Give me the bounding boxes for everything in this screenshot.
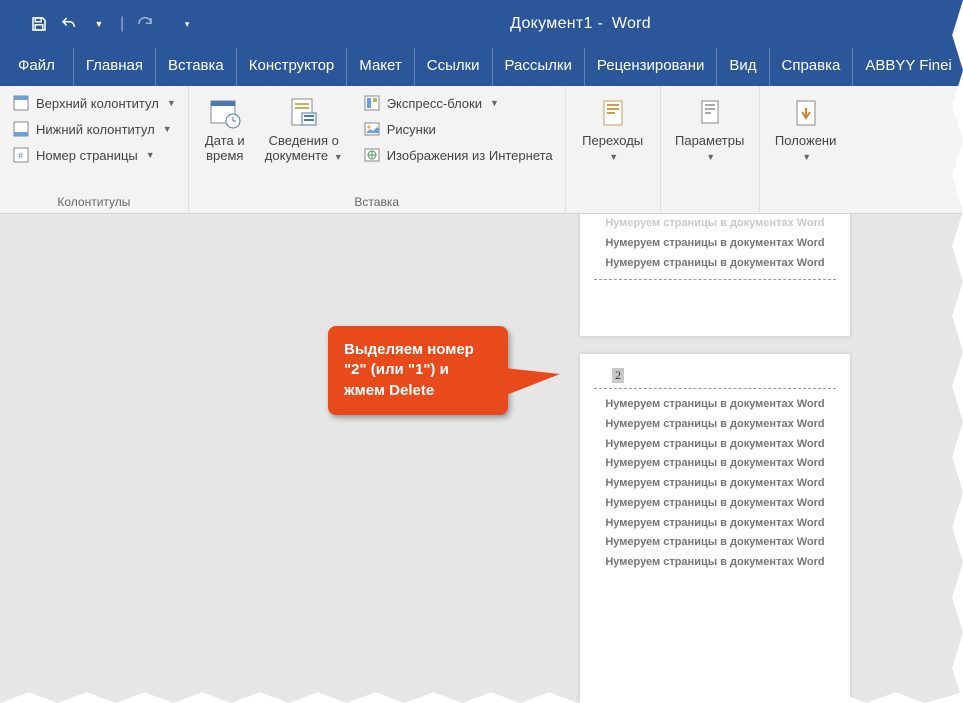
body-text: Нумеруем страницы в документах Word — [580, 494, 850, 514]
group-label: Вставка — [197, 192, 557, 211]
body-text: Нумеруем страницы в документах Word — [580, 454, 850, 474]
body-text: Нумеруем страницы в документах Word — [580, 395, 850, 415]
svg-text:#: # — [18, 151, 23, 161]
body-text: Нумеруем страницы в документах Word — [580, 254, 850, 274]
body-text: Нумеруем страницы в документах Word — [580, 474, 850, 494]
document-info-icon — [287, 96, 321, 130]
quick-parts-button[interactable]: Экспресс-блоки▼ — [359, 92, 557, 114]
date-time-button[interactable]: Дата ивремя — [197, 92, 253, 168]
position-button[interactable]: Положени▼ — [768, 92, 844, 168]
page-number-button[interactable]: # Номер страницы▼ — [8, 144, 180, 166]
chevron-down-icon: ▼ — [144, 150, 155, 160]
word-window: ▼ | ▾ Документ1 - Word Файл Главная Вста… — [0, 0, 963, 703]
page-number-field[interactable]: 2 — [580, 364, 850, 388]
tab-abbyy[interactable]: ABBYY Finei — [853, 48, 963, 86]
tab-file[interactable]: Файл — [0, 48, 74, 86]
quick-access-toolbar: ▼ | ▾ — [0, 13, 198, 35]
document-area[interactable]: Нумеруем страницы в документах Word Нуме… — [0, 214, 963, 703]
save-icon[interactable] — [28, 13, 50, 35]
ribbon-tabs: Файл Главная Вставка Конструктор Макет С… — [0, 48, 963, 86]
header-separator — [594, 388, 836, 389]
header-button[interactable]: Верхний колонтитул▼ — [8, 92, 180, 114]
header-icon — [12, 94, 30, 112]
footer-button[interactable]: Нижний колонтитул▼ — [8, 118, 180, 140]
chevron-down-icon: ▼ — [161, 124, 172, 134]
body-text: Нумеруем страницы в документах Word — [580, 553, 850, 573]
group-navigation: Переходы▼ — [566, 86, 661, 213]
group-label: Колонтитулы — [8, 192, 180, 211]
body-text: Нумеруем страницы в документах Word — [580, 533, 850, 553]
window-title: Документ1 - Word — [198, 15, 963, 33]
tab-home[interactable]: Главная — [74, 48, 156, 86]
position-icon — [789, 96, 823, 130]
group-header-footer: Верхний колонтитул▼ Нижний колонтитул▼ #… — [0, 86, 189, 213]
tab-help[interactable]: Справка — [770, 48, 854, 86]
group-insert: Дата ивремя Сведения одокументе ▼ Экспре… — [189, 86, 566, 213]
navigation-button[interactable]: Переходы▼ — [574, 92, 652, 168]
group-position: Положени▼ — [760, 86, 852, 213]
picture-icon — [363, 120, 381, 138]
tab-review[interactable]: Рецензировани — [585, 48, 717, 86]
quick-parts-icon — [363, 94, 381, 112]
redo-icon[interactable] — [134, 13, 156, 35]
qat-customize-icon[interactable]: ▾ — [176, 13, 198, 35]
chevron-down-icon: ▼ — [332, 152, 343, 162]
undo-dropdown-icon[interactable]: ▼ — [88, 13, 110, 35]
ribbon: Верхний колонтитул▼ Нижний колонтитул▼ #… — [0, 86, 963, 214]
pictures-button[interactable]: Рисунки — [359, 118, 557, 140]
online-picture-icon — [363, 146, 381, 164]
tab-insert[interactable]: Вставка — [156, 48, 237, 86]
group-options: Параметры▼ — [661, 86, 760, 213]
tab-view[interactable]: Вид — [717, 48, 769, 86]
app-name: Word — [608, 15, 651, 32]
document-name: Документ1 — [510, 15, 593, 32]
body-text: Нумеруем страницы в документах Word — [580, 514, 850, 534]
body-text: Нумеруем страницы в документах Word — [580, 415, 850, 435]
annotation-text: Выделяем номер "2" (или "1") и жмем Dele… — [344, 341, 474, 399]
document-info-button[interactable]: Сведения одокументе ▼ — [259, 92, 349, 168]
document-page-2[interactable]: 2 Нумеруем страницы в документах Word Ну… — [580, 354, 850, 703]
body-text: Нумеруем страницы в документах Word — [580, 234, 850, 254]
undo-icon[interactable] — [58, 13, 80, 35]
body-text: Нумеруем страницы в документах Word — [580, 435, 850, 455]
chevron-down-icon: ▼ — [165, 98, 176, 108]
tab-references[interactable]: Ссылки — [415, 48, 493, 86]
body-text: Нумеруем страницы в документах Word — [580, 214, 850, 234]
document-page-1[interactable]: Нумеруем страницы в документах Word Нуме… — [580, 214, 850, 336]
options-icon — [693, 96, 727, 130]
page-number-icon: # — [12, 146, 30, 164]
footer-separator — [594, 279, 836, 280]
chevron-down-icon: ▼ — [704, 152, 715, 162]
online-pictures-button[interactable]: Изображения из Интернета — [359, 144, 557, 166]
chevron-down-icon: ▼ — [800, 152, 811, 162]
title-bar: ▼ | ▾ Документ1 - Word — [0, 0, 963, 48]
tab-layout[interactable]: Макет — [347, 48, 414, 86]
page-number-value[interactable]: 2 — [612, 368, 624, 383]
tab-mailings[interactable]: Рассылки — [493, 48, 585, 86]
footer-icon — [12, 120, 30, 138]
annotation-callout: Выделяем номер "2" (или "1") и жмем Dele… — [328, 326, 508, 415]
options-button[interactable]: Параметры▼ — [669, 92, 751, 168]
chevron-down-icon: ▼ — [607, 152, 618, 162]
chevron-down-icon: ▼ — [488, 98, 499, 108]
tab-design[interactable]: Конструктор — [237, 48, 348, 86]
navigation-icon — [596, 96, 630, 130]
qat-separator: | — [118, 15, 126, 33]
calendar-icon — [208, 96, 242, 130]
